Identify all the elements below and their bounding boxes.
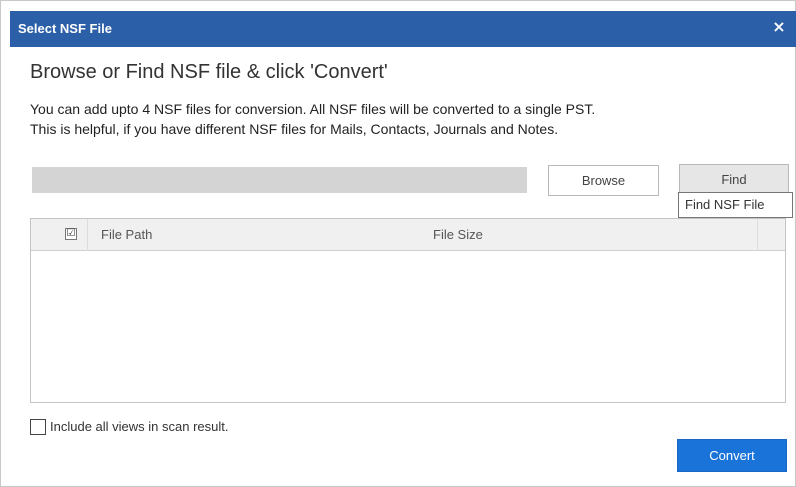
select-all-checkbox[interactable]: ☑ [65, 228, 77, 240]
select-nsf-dialog: Select NSF File × Browse or Find NSF fil… [0, 0, 796, 487]
column-separator [757, 219, 758, 251]
table-header: ☑ File Path File Size [31, 219, 785, 251]
table-body [31, 251, 785, 402]
description-line-1: You can add upto 4 NSF files for convers… [30, 101, 596, 117]
column-separator [87, 219, 88, 251]
description-line-2: This is helpful, if you have different N… [30, 121, 559, 137]
include-views-checkbox[interactable] [30, 419, 46, 435]
column-header-file-size[interactable]: File Size [433, 227, 483, 242]
convert-button[interactable]: Convert [677, 439, 787, 472]
close-icon[interactable]: × [770, 18, 788, 36]
browse-button[interactable]: Browse [548, 165, 659, 196]
include-views-label: Include all views in scan result. [50, 419, 229, 434]
dialog-title: Select NSF File [18, 21, 112, 36]
column-header-file-path[interactable]: File Path [101, 227, 152, 242]
dialog-titlebar: Select NSF File × [10, 11, 796, 47]
description-text: You can add upto 4 NSF files for convers… [30, 99, 595, 139]
file-list-table: ☑ File Path File Size [30, 218, 786, 403]
nsf-path-input[interactable] [32, 167, 527, 193]
page-heading: Browse or Find NSF file & click 'Convert… [30, 61, 388, 83]
find-tooltip: Find NSF File [678, 192, 793, 218]
